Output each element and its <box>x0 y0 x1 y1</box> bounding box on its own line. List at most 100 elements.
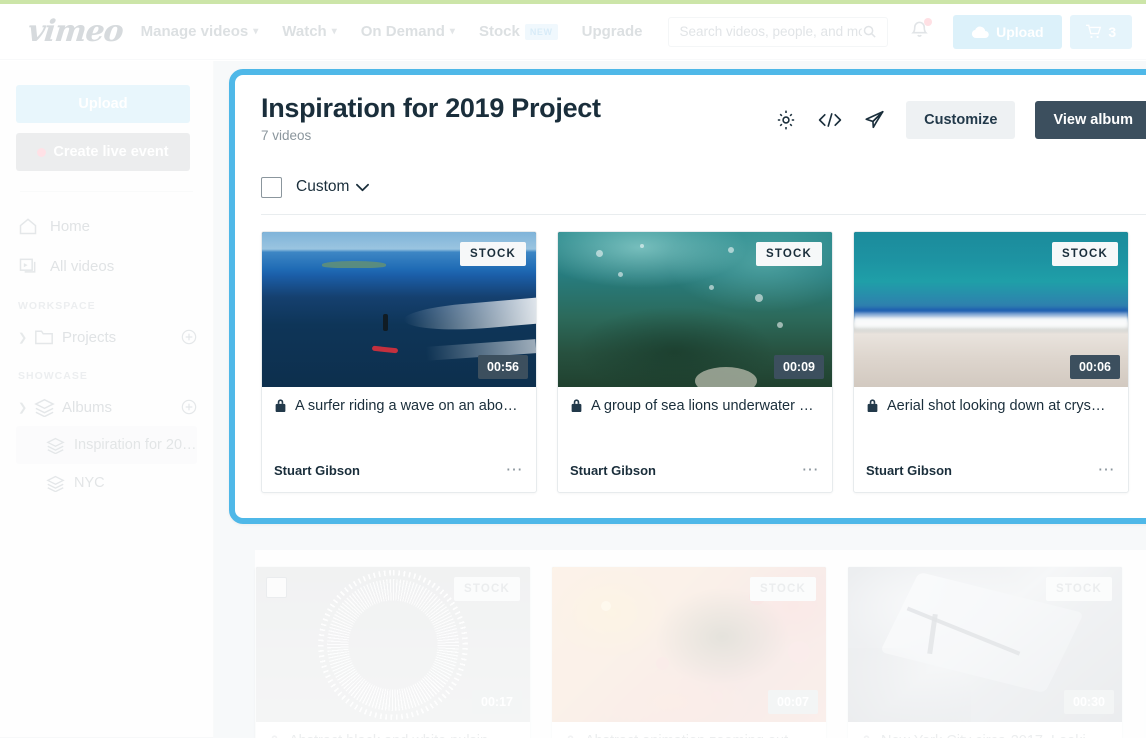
video-title-row[interactable]: Aerial shot looking down at crys… <box>866 398 1116 414</box>
video-card[interactable]: STOCK 00:09 A group of sea lions underwa… <box>557 230 833 493</box>
sidebar-section-showcase: SHOWCASE <box>18 370 88 382</box>
sidebar-item-home[interactable]: Home <box>16 206 197 246</box>
album-title-block: Inspiration for 2019 Project 7 videos <box>261 93 601 143</box>
sidebar-item-label: Home <box>50 217 91 235</box>
view-album-button[interactable]: View album <box>1035 101 1146 139</box>
search-input[interactable] <box>679 24 863 39</box>
nav-item-manage-videos[interactable]: Manage videos ▾ <box>141 23 259 40</box>
notifications-button[interactable] <box>910 17 933 45</box>
sidebar-upload-button[interactable]: Upload <box>16 85 190 123</box>
sidebar-item-album-inspiration[interactable]: Inspiration for 20… <box>16 426 197 464</box>
cart-count: 3 <box>1108 23 1117 40</box>
video-card[interactable]: STOCK 00:06 Aerial shot looking down at … <box>853 230 1129 493</box>
album-panel-highlight: Inspiration for 2019 Project 7 videos Cu… <box>229 69 1146 524</box>
video-author: Stuart Gibson <box>570 462 656 478</box>
album-panel: Inspiration for 2019 Project 7 videos Cu… <box>235 75 1146 518</box>
sidebar-create-live-event-button[interactable]: Create live event <box>16 133 190 171</box>
video-title-row[interactable]: New York City circa-2017, Looki… <box>860 733 1110 738</box>
header-upload-label: Upload <box>996 23 1044 40</box>
embed-code-icon[interactable] <box>817 110 843 130</box>
chevron-down-icon: ▾ <box>331 26 337 37</box>
lock-icon <box>271 734 278 738</box>
duration-badge: 00:06 <box>1070 354 1120 379</box>
video-card-body: Abstract black and white pulsin… <box>256 722 530 738</box>
lock-icon <box>867 399 878 413</box>
customize-button[interactable]: Customize <box>906 101 1016 139</box>
lock-icon <box>863 734 870 738</box>
video-title: A group of sea lions underwater … <box>591 397 814 414</box>
page-title: Inspiration for 2019 Project <box>261 93 601 123</box>
video-thumbnail[interactable]: STOCK 00:09 <box>558 231 832 387</box>
main-content: STOCK 00:17 Abstract black and white pul… <box>214 61 1146 738</box>
more-options-icon[interactable]: ⋯ <box>1098 461 1117 478</box>
customize-label: Customize <box>924 112 998 128</box>
sidebar-item-albums[interactable]: ❯ Albums <box>16 388 197 426</box>
duration-badge: 00:17 <box>472 690 522 714</box>
video-card[interactable]: STOCK 00:30 New York City circa-2017, Lo… <box>847 566 1123 738</box>
chevron-down-icon[interactable]: ❯ <box>18 401 34 414</box>
video-card[interactable]: STOCK 00:17 Abstract black and white pul… <box>255 566 531 738</box>
lock-icon <box>571 399 582 413</box>
video-title-row[interactable]: A surfer riding a wave on an abo… <box>274 398 524 414</box>
header-upload-button[interactable]: Upload <box>953 14 1062 49</box>
video-author: Stuart Gibson <box>274 462 360 478</box>
album-toolbar: Custom <box>261 176 1146 215</box>
nav-item-watch[interactable]: Watch ▾ <box>282 23 336 40</box>
stack-icon <box>46 475 74 492</box>
site-header: vimeo Manage videos ▾ Watch ▾ On Demand … <box>0 4 1146 60</box>
new-badge: NEW <box>524 23 558 40</box>
vimeo-logo[interactable]: vimeo <box>26 14 124 49</box>
gear-icon[interactable] <box>775 109 797 131</box>
more-options-icon[interactable]: ⋯ <box>802 461 821 478</box>
sidebar-item-album-nyc[interactable]: NYC <box>16 464 197 502</box>
video-title-row[interactable]: Abstract animation zooming out … <box>564 733 814 738</box>
duration-badge: 00:30 <box>1064 690 1114 714</box>
video-select-checkbox[interactable] <box>266 577 287 598</box>
album-actions: Customize View album <box>775 93 1146 139</box>
chevron-down-icon: ▾ <box>253 26 259 37</box>
chevron-right-icon[interactable]: ❯ <box>18 331 34 344</box>
folder-icon <box>34 328 62 346</box>
more-options-icon[interactable]: ⋯ <box>506 461 525 478</box>
video-card-footer: Stuart Gibson ⋯ <box>854 461 1128 492</box>
nav-item-stock[interactable]: Stock NEW <box>479 23 558 40</box>
video-card-body: Abstract animation zooming out … <box>552 722 826 738</box>
cart-button[interactable]: 3 <box>1069 14 1132 49</box>
add-album-icon[interactable] <box>181 399 197 415</box>
duration-badge: 00:09 <box>774 354 824 379</box>
video-thumbnail[interactable]: STOCK 00:07 <box>552 567 826 722</box>
video-thumbnail[interactable]: STOCK 00:06 <box>854 231 1128 387</box>
sidebar-item-label: NYC <box>74 475 105 491</box>
video-card[interactable]: STOCK 00:56 A surfer riding a wave on an… <box>261 230 537 493</box>
video-thumbnail[interactable]: STOCK 00:56 <box>262 231 536 387</box>
sidebar-item-projects[interactable]: ❯ Projects <box>16 318 197 356</box>
add-project-icon[interactable] <box>181 329 197 345</box>
video-card[interactable]: STOCK 00:07 Abstract animation zooming o… <box>551 566 827 738</box>
lock-icon <box>275 399 286 413</box>
share-paper-plane-icon[interactable] <box>863 109 886 131</box>
stack-icon <box>34 398 62 417</box>
sort-order-dropdown[interactable]: Custom <box>296 178 370 196</box>
select-all-checkbox[interactable] <box>261 176 282 198</box>
video-thumbnail[interactable]: STOCK 00:17 <box>256 567 530 722</box>
search-box[interactable] <box>668 16 889 47</box>
sidebar-live-label: Create live event <box>53 144 169 160</box>
nav-item-on-demand[interactable]: On Demand ▾ <box>361 23 455 40</box>
video-title: Abstract animation zooming out … <box>585 733 807 738</box>
video-title-row[interactable]: Abstract black and white pulsin… <box>268 733 518 738</box>
sidebar-item-all-videos[interactable]: All videos <box>16 246 197 286</box>
video-title-row[interactable]: A group of sea lions underwater … <box>570 398 820 414</box>
sidebar-divider <box>20 191 193 192</box>
video-card-body: A group of sea lions underwater … <box>558 387 832 463</box>
nav-item-upgrade[interactable]: Upgrade <box>582 23 643 40</box>
view-album-label: View album <box>1053 112 1133 128</box>
nav-label: Upgrade <box>581 23 643 40</box>
notification-dot <box>924 17 933 26</box>
stock-badge: STOCK <box>1051 241 1118 266</box>
stock-badge: STOCK <box>1045 577 1112 601</box>
cloud-upload-icon <box>971 26 989 38</box>
album-header: Inspiration for 2019 Project 7 videos Cu… <box>261 93 1146 143</box>
video-grid-row-1: STOCK 00:56 A surfer riding a wave on an… <box>261 230 1146 493</box>
video-thumbnail[interactable]: STOCK 00:30 <box>848 567 1122 722</box>
search-icon[interactable] <box>862 24 877 39</box>
